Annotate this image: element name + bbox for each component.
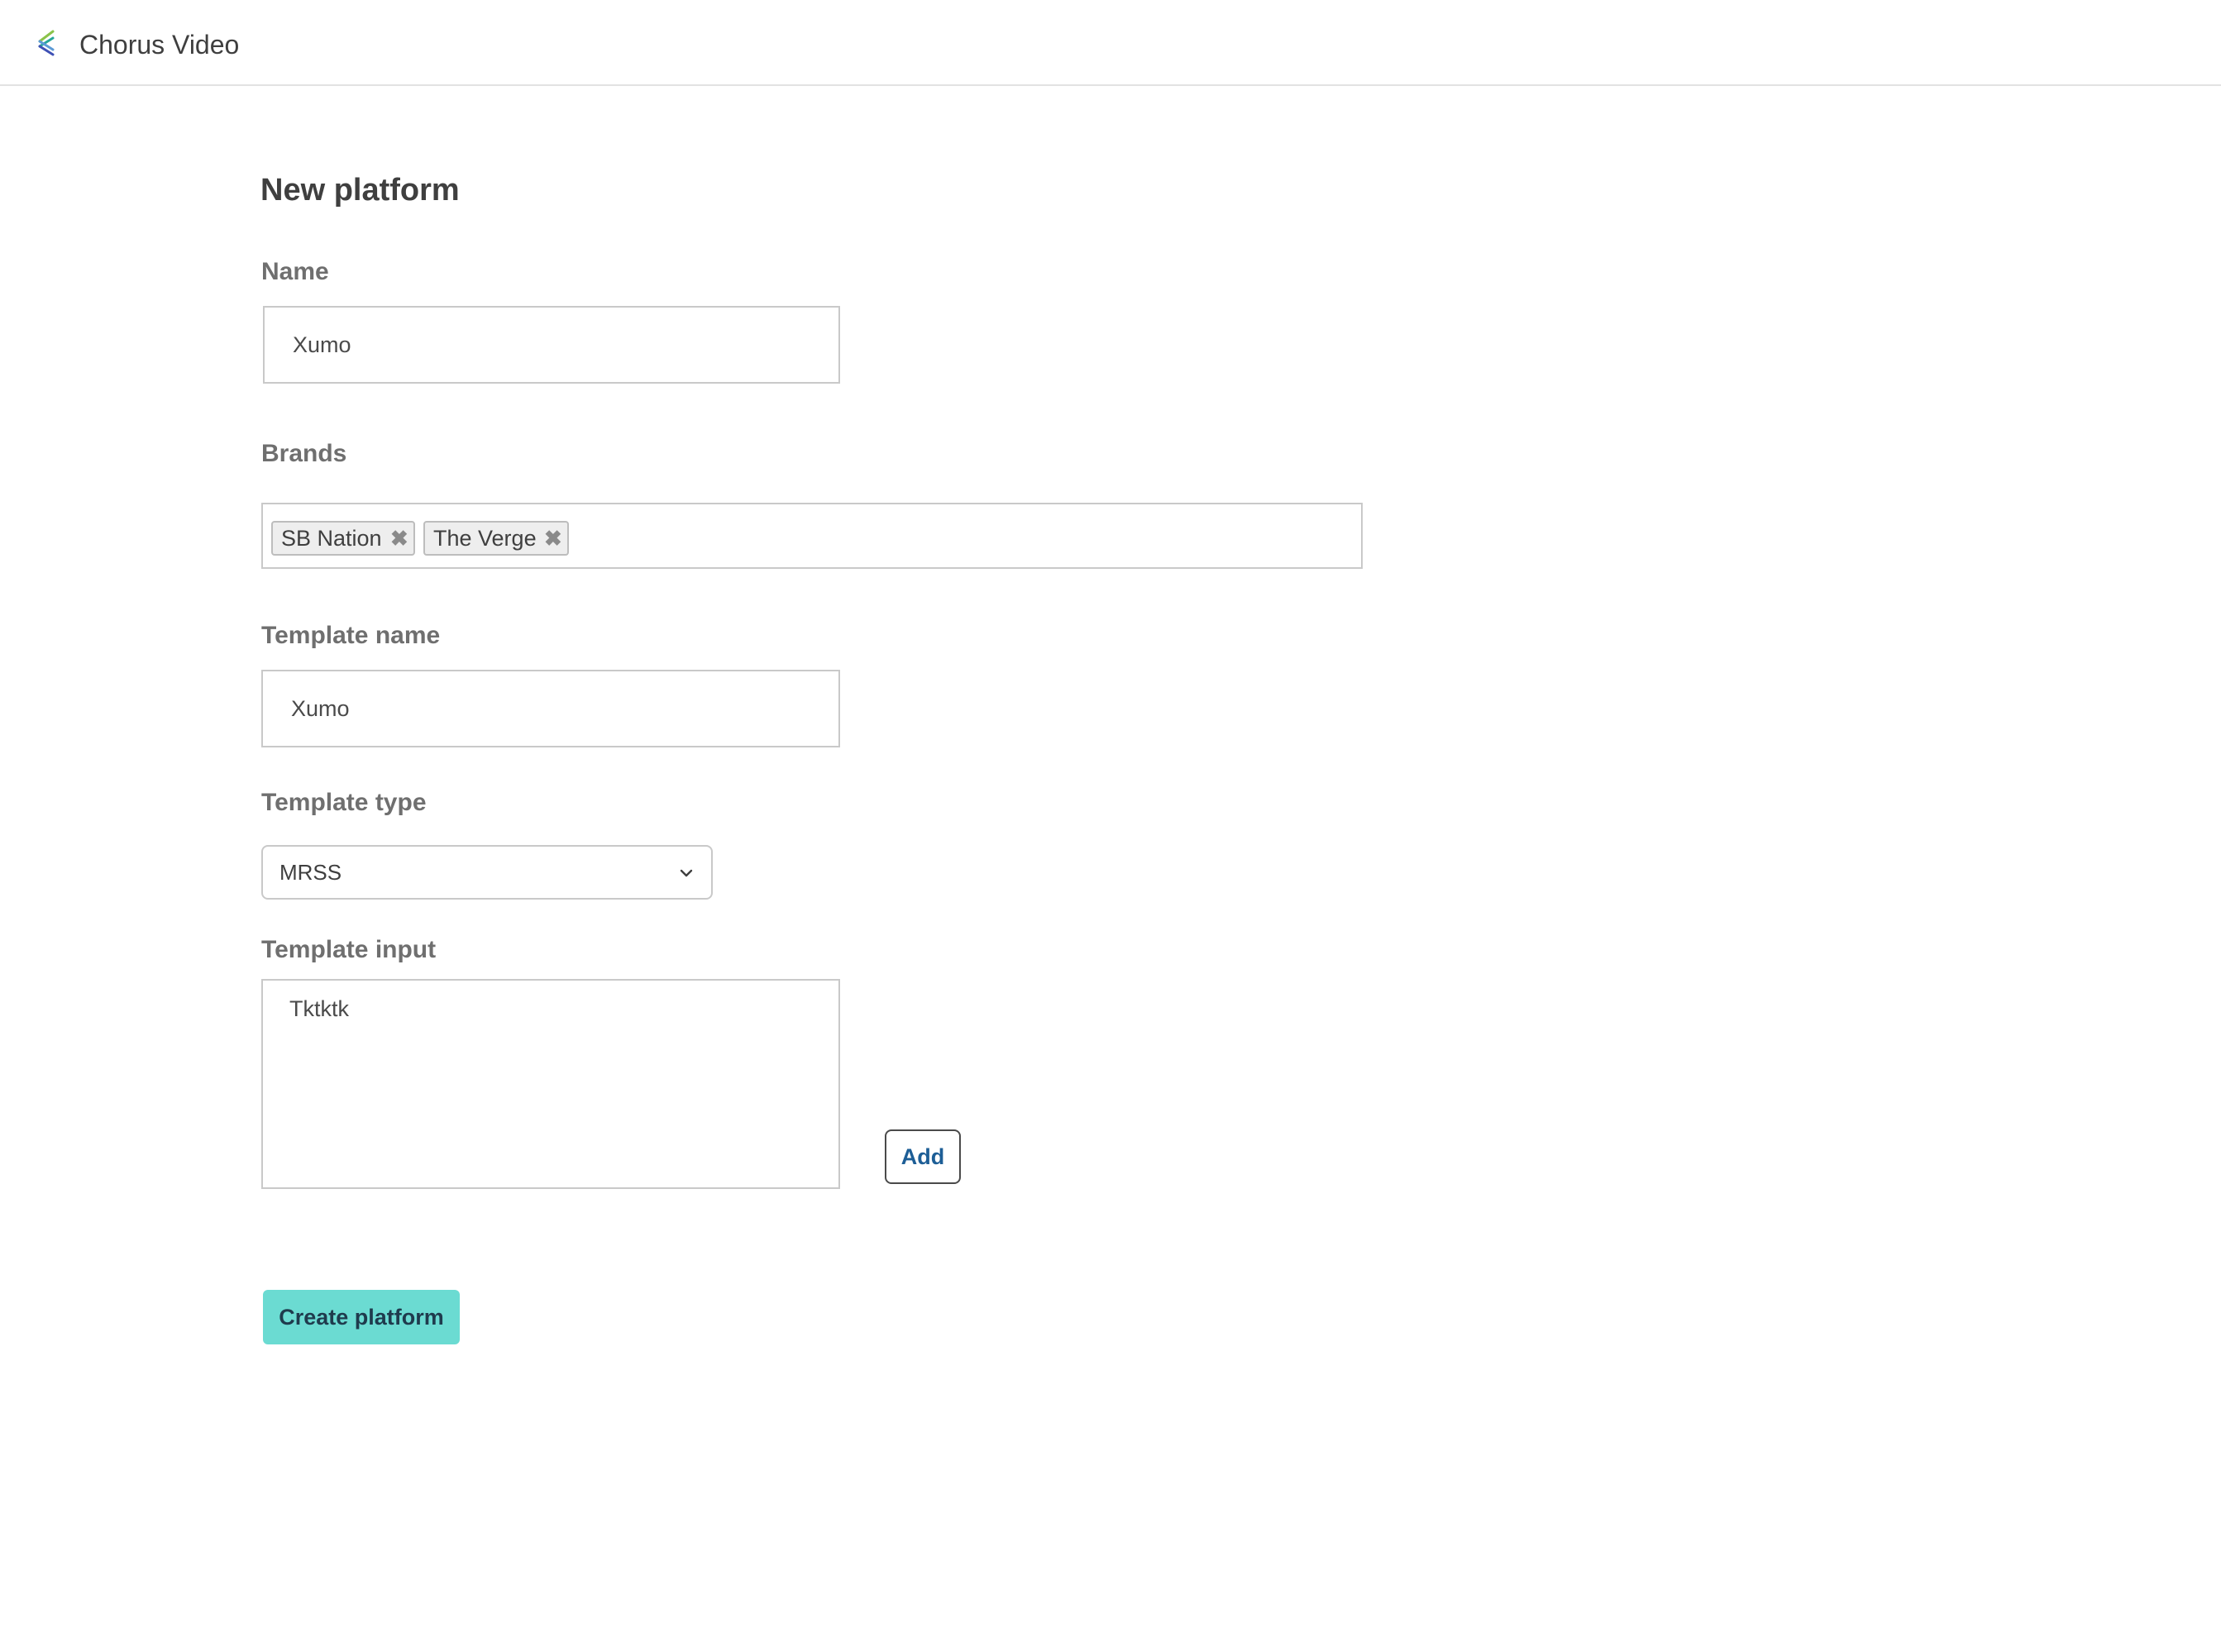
app-title[interactable]: Chorus Video <box>79 28 239 61</box>
brands-multiselect[interactable]: SB Nation ✖ The Verge ✖ <box>261 503 1363 569</box>
template-type-select[interactable]: MRSS <box>261 845 713 900</box>
top-bar: Chorus Video <box>0 0 2221 86</box>
chorus-logo-icon[interactable] <box>35 30 58 60</box>
template-type-label: Template type <box>261 789 427 816</box>
template-type-value: MRSS <box>279 860 342 885</box>
page-title: New platform <box>260 173 460 208</box>
create-platform-button[interactable]: Create platform <box>263 1290 460 1344</box>
close-icon[interactable]: ✖ <box>390 523 408 554</box>
brand-tag: The Verge ✖ <box>423 521 569 556</box>
template-name-label: Template name <box>261 622 441 649</box>
close-icon[interactable]: ✖ <box>544 523 562 554</box>
name-label: Name <box>261 258 329 285</box>
brand-tag: SB Nation ✖ <box>271 521 415 556</box>
chevron-down-icon <box>680 869 693 877</box>
template-name-input[interactable]: Xumo <box>261 670 840 747</box>
brand-tag-label: SB Nation <box>281 526 382 551</box>
template-input-label: Template input <box>261 936 437 963</box>
add-button[interactable]: Add <box>885 1129 961 1184</box>
brands-label: Brands <box>261 440 347 467</box>
name-input[interactable]: Xumo <box>263 306 840 384</box>
brand-tag-label: The Verge <box>433 526 537 551</box>
template-input-textarea[interactable]: Tktktk <box>261 979 840 1189</box>
